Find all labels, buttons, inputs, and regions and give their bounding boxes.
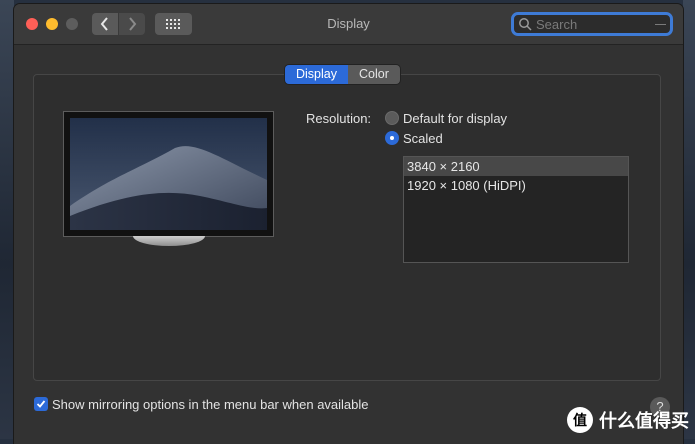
search-placeholder: Search [536, 17, 578, 32]
search-clear-mark [655, 24, 666, 25]
checkmark-icon [36, 400, 46, 408]
tab-bar: Display Color [285, 65, 400, 84]
radio-scaled-label[interactable]: Scaled [403, 131, 443, 146]
tab-color[interactable]: Color [348, 65, 400, 84]
tab-display[interactable]: Display [285, 65, 348, 84]
site-watermark: 值 什么值得买 [567, 407, 689, 433]
search-field[interactable]: Search [511, 12, 673, 36]
system-preferences-window: Display Search Display Color Resolution:… [14, 4, 683, 444]
resolution-label: Resolution: [306, 111, 372, 126]
watermark-badge: 值 [567, 407, 593, 433]
mirroring-checkbox-label[interactable]: Show mirroring options in the menu bar w… [52, 397, 369, 412]
list-item[interactable]: 3840 × 2160 [404, 157, 628, 176]
display-preview [63, 111, 274, 237]
radio-scaled[interactable] [385, 131, 399, 145]
titlebar: Display Search [14, 4, 683, 45]
watermark-text: 什么值得买 [599, 411, 689, 431]
desktop-wallpaper-preview [70, 118, 267, 230]
search-icon [519, 18, 532, 31]
desktop-background-right [683, 0, 695, 439]
mirroring-checkbox[interactable] [34, 397, 48, 411]
radio-default-for-display[interactable] [385, 111, 399, 125]
scaled-resolution-list[interactable]: 3840 × 2160 1920 × 1080 (HiDPI) [403, 156, 629, 263]
list-item[interactable]: 1920 × 1080 (HiDPI) [404, 176, 628, 195]
radio-default-label[interactable]: Default for display [403, 111, 507, 126]
desktop-background-left [0, 0, 14, 439]
